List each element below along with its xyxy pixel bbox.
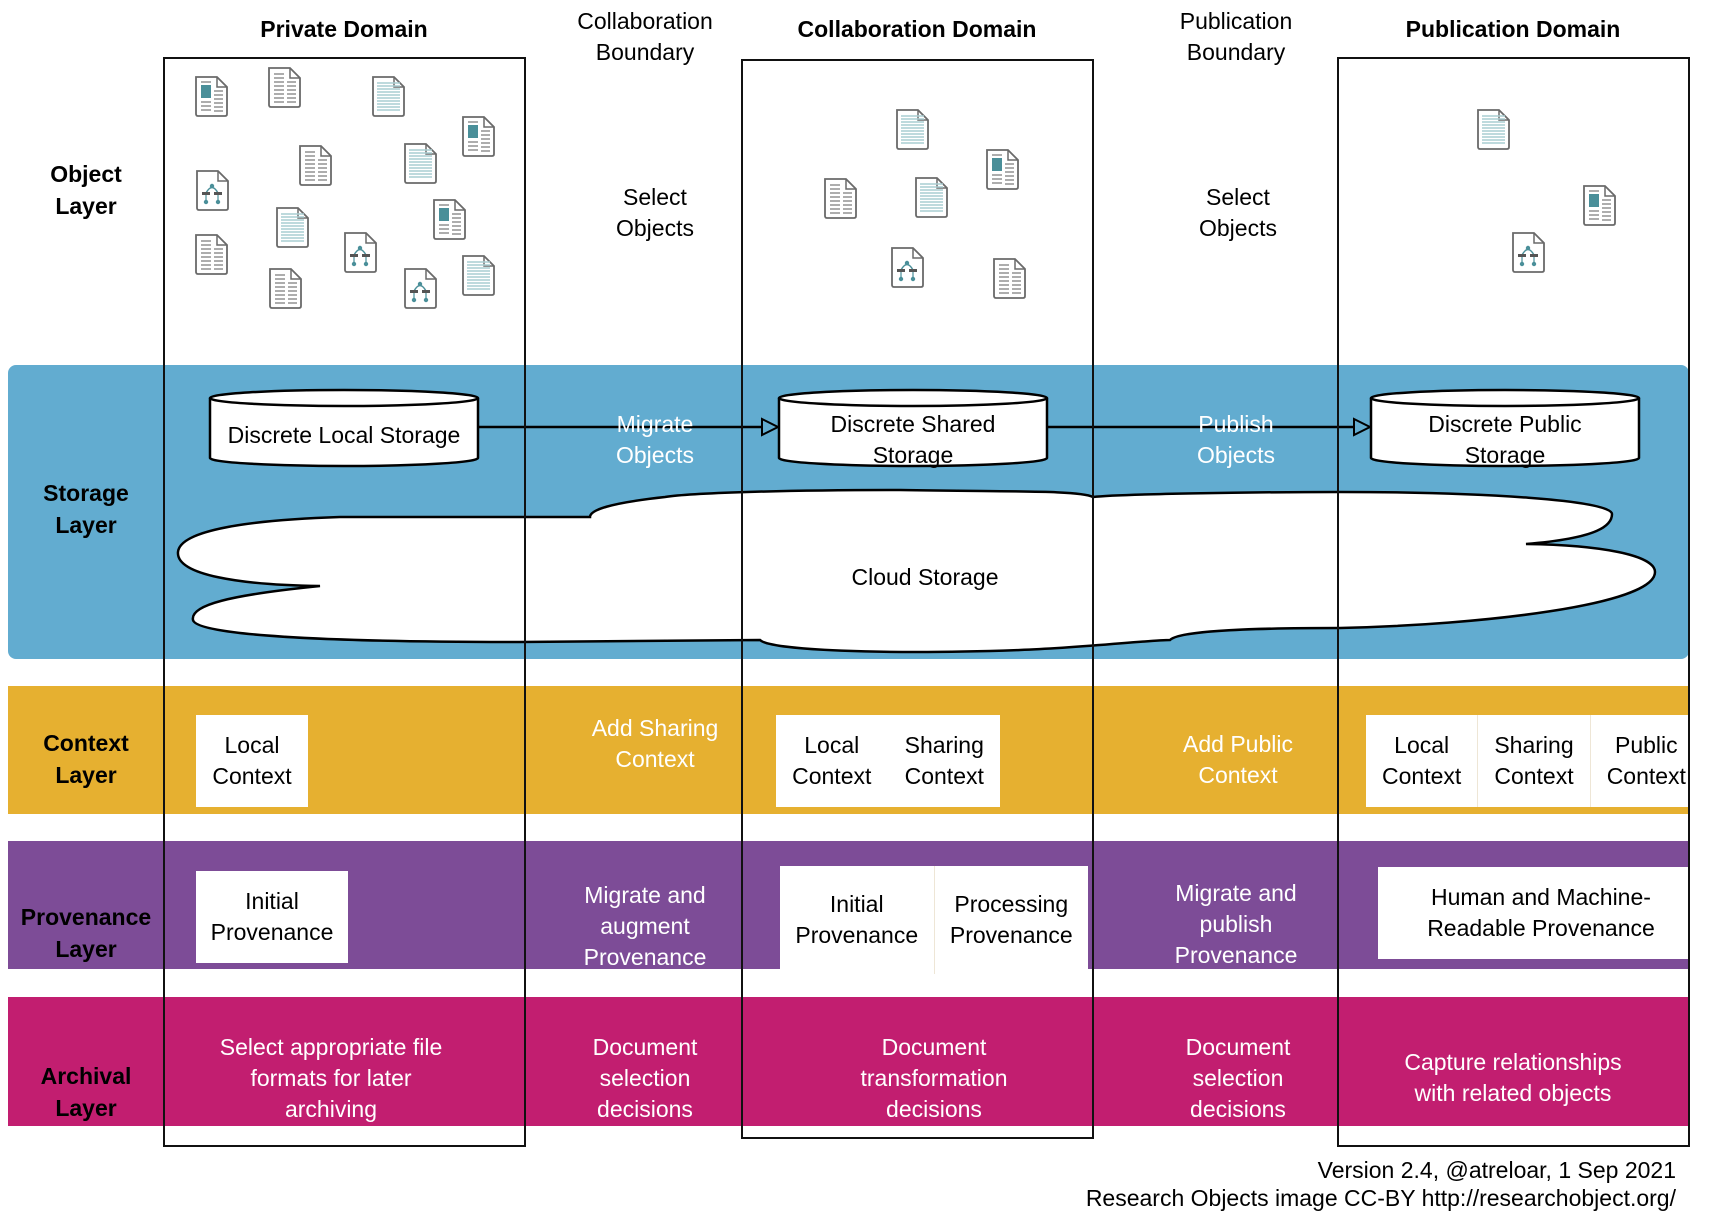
processing-provenance: Processing Provenance [933, 866, 1089, 974]
shared-storage-label: Discrete Shared Storage [830, 411, 996, 468]
initial-provenance: Initial Provenance [795, 891, 919, 948]
collab-context-box: Local Context Sharing Context [776, 715, 1000, 807]
sharing-context: Sharing Context [887, 715, 1001, 807]
collab-provenance-box: Initial Provenance Processing Provenance [780, 866, 1088, 974]
publication-context-box: Local Context Sharing Context Public Con… [1366, 715, 1702, 807]
public-context: Public Context [1589, 715, 1702, 807]
local-context: Local Context [792, 732, 872, 789]
storage-diagram [176, 388, 1657, 654]
private-context-box: Local Context [196, 715, 308, 807]
local-context: Local Context [212, 732, 292, 789]
initial-provenance: Initial Provenance [210, 888, 334, 945]
sharing-context: Sharing Context [1477, 715, 1589, 807]
publication-provenance-box: Human and Machine- Readable Provenance [1378, 867, 1704, 959]
cloud-storage-label: Cloud Storage [851, 563, 999, 590]
public-storage-label: Discrete Public Storage [1428, 411, 1582, 468]
publish-objects-label: Publish Objects [1197, 411, 1275, 468]
human-machine-readable-provenance: Human and Machine- Readable Provenance [1427, 884, 1655, 941]
private-provenance-box: Initial Provenance [196, 871, 348, 963]
migrate-objects-label: Migrate Objects [616, 411, 694, 468]
local-storage-label: Discrete Local Storage [227, 421, 461, 448]
local-context: Local Context [1382, 732, 1462, 789]
